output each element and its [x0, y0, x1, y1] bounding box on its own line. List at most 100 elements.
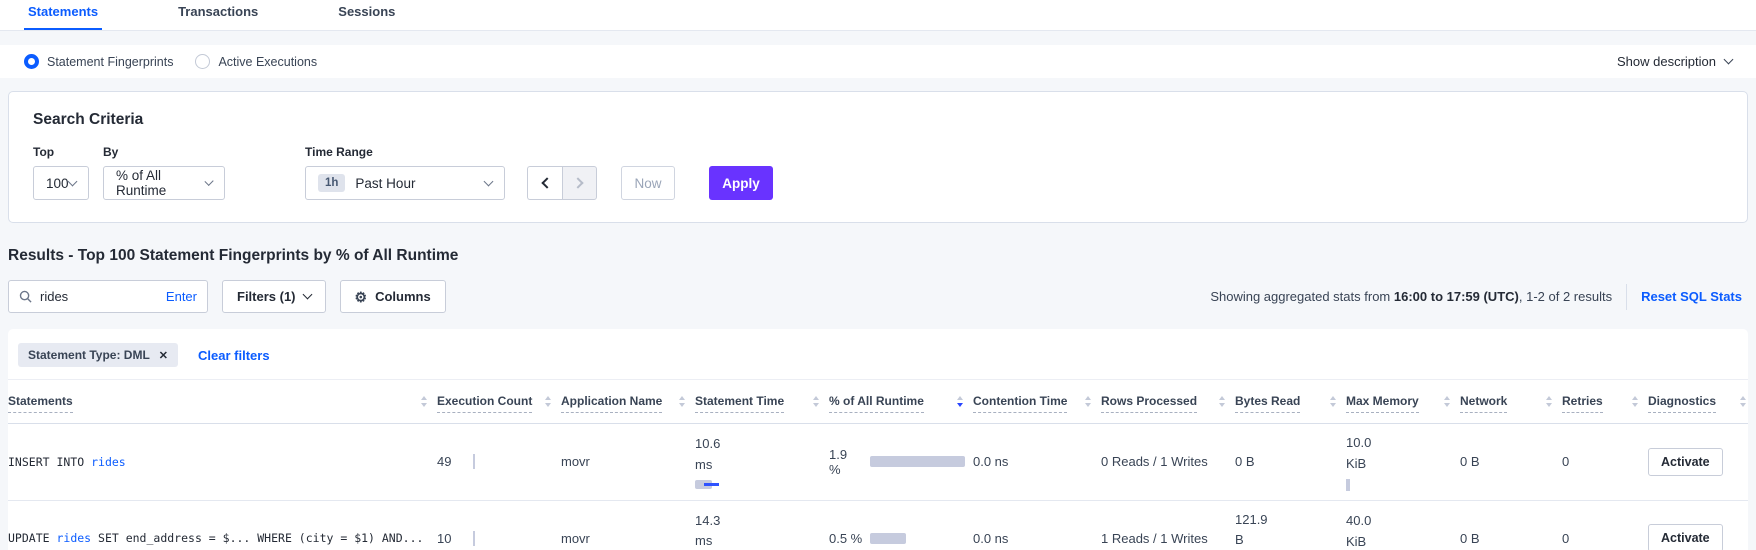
- show-description-toggle[interactable]: Show description: [1617, 54, 1732, 69]
- pct-runtime-cell: 0.5 %: [829, 531, 965, 546]
- table-name-link: rides: [56, 531, 91, 545]
- by-select[interactable]: % of All Runtime: [103, 166, 225, 200]
- top-label: Top: [33, 145, 89, 159]
- contention-time-cell: 0.0 ns: [973, 531, 1093, 546]
- vertical-divider: [1626, 284, 1627, 310]
- view-toggle-row: Statement Fingerprints Active Executions…: [0, 45, 1756, 78]
- time-range-select[interactable]: 1h Past Hour: [305, 166, 505, 200]
- statement-fingerprint-link[interactable]: UPDATE rides SET end_address = $... WHER…: [8, 528, 429, 548]
- search-criteria-card: Search Criteria Top 100 By % of All Runt…: [8, 91, 1748, 223]
- by-select-value: % of All Runtime: [116, 168, 206, 198]
- statement-row-insert-rides: INSERT INTO rides 49 movr 10.6 ms 1.9 % …: [8, 424, 1748, 501]
- filter-chip-statement-type: Statement Type: DML ✕: [18, 343, 178, 367]
- diagnostics-cell: Activate: [1648, 524, 1748, 550]
- bytes-read-cell: 0 B: [1235, 454, 1338, 469]
- stats-suffix: , 1-2 of 2 results: [1519, 289, 1612, 304]
- remove-filter-icon[interactable]: ✕: [159, 349, 168, 362]
- sort-icon: [1546, 396, 1552, 407]
- application-name-cell: movr: [561, 531, 687, 546]
- statement-fingerprint-link[interactable]: INSERT INTO rides: [8, 452, 429, 472]
- active-filters-row: Statement Type: DML ✕ Clear filters: [8, 341, 1748, 379]
- chevron-down-icon: [68, 176, 78, 186]
- time-range-label: Time Range: [305, 145, 505, 159]
- previous-interval-button[interactable]: [527, 166, 562, 200]
- activate-diagnostics-button[interactable]: Activate: [1648, 448, 1723, 476]
- radio-active-executions[interactable]: Active Executions: [195, 54, 317, 69]
- retries-cell: 0: [1562, 531, 1640, 546]
- time-range-badge: 1h: [318, 174, 345, 192]
- search-icon: [19, 290, 32, 303]
- apply-button[interactable]: Apply: [709, 166, 773, 200]
- sort-icon: [421, 396, 427, 407]
- column-header-application-name[interactable]: Application Name: [561, 394, 687, 413]
- by-label: By: [103, 145, 225, 159]
- clear-filters-link[interactable]: Clear filters: [198, 348, 270, 363]
- network-cell: 0 B: [1460, 454, 1554, 469]
- execution-count-cell: 49: [437, 454, 553, 469]
- pct-runtime-bar: [870, 456, 965, 467]
- statement-row-update-rides: UPDATE rides SET end_address = $... WHER…: [8, 501, 1748, 550]
- reset-sql-stats-link[interactable]: Reset SQL Stats: [1641, 289, 1742, 304]
- next-interval-button[interactable]: [562, 166, 597, 200]
- stats-time-range: 16:00 to 17:59 (UTC): [1394, 289, 1519, 304]
- time-range-value: Past Hour: [355, 176, 415, 191]
- column-header-pct-of-all-runtime[interactable]: % of All Runtime: [829, 394, 965, 413]
- sort-icon: [1740, 396, 1746, 407]
- column-header-diagnostics[interactable]: Diagnostics: [1648, 394, 1748, 413]
- search-criteria-title: Search Criteria: [33, 111, 1723, 129]
- max-memory-bar: [1346, 479, 1350, 491]
- activate-diagnostics-button[interactable]: Activate: [1648, 524, 1723, 550]
- column-header-statements[interactable]: Statements: [8, 394, 429, 413]
- radio-selected-icon: [24, 54, 39, 69]
- radio-statement-fingerprints-label: Statement Fingerprints: [47, 55, 173, 69]
- column-header-bytes-read[interactable]: Bytes Read: [1235, 394, 1338, 413]
- rows-processed-cell: 0 Reads / 1 Writes: [1101, 454, 1227, 469]
- column-header-network[interactable]: Network: [1460, 394, 1554, 413]
- contention-time-cell: 0.0 ns: [973, 454, 1093, 469]
- results-heading: Results - Top 100 Statement Fingerprints…: [8, 247, 1748, 265]
- chevron-right-icon: [572, 177, 583, 188]
- filters-button[interactable]: Filters (1): [222, 280, 326, 313]
- network-cell: 0 B: [1460, 531, 1554, 546]
- statement-time-cell: 10.6 ms: [695, 434, 821, 490]
- pct-runtime-cell: 1.9 %: [829, 447, 965, 477]
- results-toolbar: Enter Filters (1) ⚙ Columns Showing aggr…: [8, 280, 1748, 313]
- column-header-execution-count[interactable]: Execution Count: [437, 394, 553, 413]
- columns-button-label: Columns: [375, 289, 431, 304]
- stats-prefix: Showing aggregated stats from: [1210, 289, 1394, 304]
- columns-button[interactable]: ⚙ Columns: [340, 280, 446, 313]
- aggregated-stats-text: Showing aggregated stats from 16:00 to 1…: [1210, 284, 1748, 310]
- search-input[interactable]: [40, 289, 166, 304]
- diagnostics-cell: Activate: [1648, 448, 1748, 476]
- column-header-max-memory[interactable]: Max Memory: [1346, 394, 1452, 413]
- radio-statement-fingerprints[interactable]: Statement Fingerprints: [24, 54, 173, 69]
- table-name-link: rides: [91, 455, 126, 469]
- tab-sessions[interactable]: Sessions: [334, 0, 399, 30]
- column-header-rows-processed[interactable]: Rows Processed: [1101, 394, 1227, 413]
- radio-unselected-icon: [195, 54, 210, 69]
- pct-runtime-bar: [870, 533, 906, 544]
- tab-transactions[interactable]: Transactions: [174, 0, 262, 30]
- retries-cell: 0: [1562, 454, 1640, 469]
- table-header-row: Statements Execution Count Application N…: [8, 379, 1748, 424]
- column-header-retries[interactable]: Retries: [1562, 394, 1640, 413]
- bytes-read-cell: 121.9 B: [1235, 510, 1338, 550]
- column-header-contention-time[interactable]: Contention Time: [973, 394, 1093, 413]
- sort-icon: [1085, 396, 1091, 407]
- gear-icon: ⚙: [355, 290, 368, 304]
- tab-statements[interactable]: Statements: [24, 0, 102, 30]
- sort-icon: [545, 396, 551, 407]
- statement-search-box: Enter: [8, 280, 208, 313]
- column-header-statement-time[interactable]: Statement Time: [695, 394, 821, 413]
- sort-icon: [1444, 396, 1450, 407]
- radio-active-executions-label: Active Executions: [218, 55, 317, 69]
- max-memory-cell: 10.0 KiB: [1346, 433, 1452, 491]
- max-memory-cell: 40.0 KiB: [1346, 511, 1452, 550]
- search-enter-button[interactable]: Enter: [166, 289, 197, 304]
- rows-processed-cell: 1 Reads / 1 Writes: [1101, 531, 1227, 546]
- time-nav-group: [527, 166, 597, 200]
- execution-count-bar: [473, 531, 475, 546]
- now-button[interactable]: Now: [621, 166, 675, 200]
- top-select[interactable]: 100: [33, 166, 89, 200]
- application-name-cell: movr: [561, 454, 687, 469]
